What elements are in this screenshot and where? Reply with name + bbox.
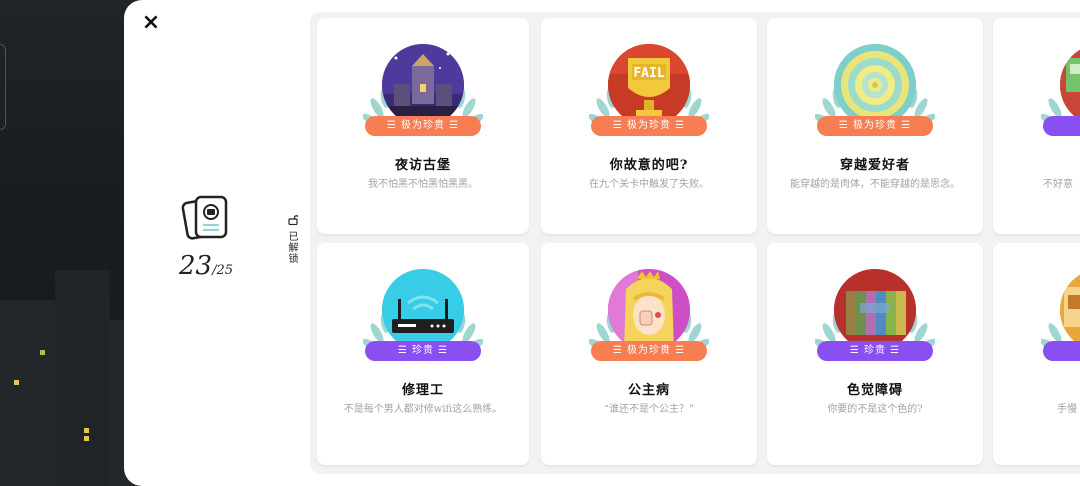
achievement-medal: FAIL ☰ 极为珍贵 ☰ (589, 44, 709, 138)
achievement-medal: ☰ 极为珍贵 ☰ (589, 269, 709, 363)
achievement-medal: ☰ ☰ (1041, 269, 1080, 363)
achievement-description: 你要的不是这个色的? (827, 404, 923, 415)
unlocked-filter[interactable]: 已解锁 (286, 214, 300, 264)
achievement-grid: ☰ 极为珍贵 ☰ 夜访古堡 我不怕黑不怕黑怕黑黑。 FAIL ☰ 极为珍贵 ☰ … (310, 12, 1080, 474)
achievement-card[interactable]: ☰ 珍贵 ☰ 色觉障碍 你要的不是这个色的? (767, 243, 983, 465)
achievement-card[interactable]: ☰ 极为珍贵 ☰ 穿越爱好者 能穿越的是肉体，不能穿越的是思念。 (767, 18, 983, 234)
achievement-card[interactable]: ☰ 极为珍贵 ☰ 公主病 “谁还不是个公主？” (541, 243, 757, 465)
achievement-title: 夜访古堡 (394, 158, 451, 173)
achievement-summary: 23/25 (164, 195, 248, 281)
achievement-card[interactable]: ☰ 极为珍贵 ☰ 夜访古堡 我不怕黑不怕黑怕黑黑。 (317, 18, 529, 234)
achievement-description: 不是每个男人都对修wifi这么熟练。 (343, 404, 503, 415)
achievement-medal: ☰ ☰ (1041, 44, 1080, 138)
portal-icon (834, 44, 916, 126)
achievement-title: 色觉障碍 (846, 383, 903, 398)
achievement-title: 你故意的吧? (609, 158, 689, 173)
achievements-modal: × 23/25 已解锁 ☰ 极为珍贵 ☰ 夜访古堡 我不怕黑不怕黑怕黑黑。 FA… (124, 0, 1080, 486)
rarity-ribbon: ☰ 极为珍贵 ☰ (591, 116, 707, 136)
achievement-title: 公主病 (627, 383, 670, 398)
achievement-card[interactable]: ☰ 珍贵 ☰ 修理工 不是每个男人都对修wifi这么熟练。 (317, 243, 529, 465)
rarity-ribbon: ☰ 极为珍贵 ☰ (817, 116, 933, 136)
achievement-medal: ☰ 珍贵 ☰ (363, 269, 483, 363)
color-blocks-icon (834, 269, 916, 351)
achievement-description: 能穿越的是肉体，不能穿越的是思念。 (790, 179, 960, 190)
fail-trophy-icon: FAIL (608, 44, 690, 126)
rarity-ribbon: ☰ 珍贵 ☰ (365, 341, 481, 361)
achievement-title: 穿越爱好者 (839, 158, 910, 173)
rarity-label: 极为珍贵 (401, 120, 445, 131)
rarity-ribbon: ☰ 极为珍贵 ☰ (365, 116, 481, 136)
rarity-ribbon: ☰ ☰ (1043, 341, 1080, 361)
achievement-medal: ☰ 极为珍贵 ☰ (815, 44, 935, 138)
achievement-description: 手慢 (1057, 404, 1077, 415)
achievement-title: 修理工 (401, 383, 444, 398)
rarity-ribbon: ☰ ☰ (1043, 116, 1080, 136)
certificate-icon (181, 195, 228, 240)
achievement-card[interactable]: ☰ ☰ 不好意 (993, 18, 1080, 234)
castle-night-icon (382, 44, 464, 126)
rarity-ribbon: ☰ 极为珍贵 ☰ (591, 341, 707, 361)
rarity-label: 极为珍贵 (627, 120, 671, 131)
achievement-card[interactable]: ☰ ☰ 手慢 (993, 243, 1080, 465)
router-icon (382, 269, 464, 351)
rarity-label: 珍贵 (864, 345, 886, 356)
achievement-medal: ☰ 珍贵 ☰ (815, 269, 935, 363)
rarity-label: 珍贵 (412, 345, 434, 356)
achievement-card[interactable]: FAIL ☰ 极为珍贵 ☰ 你故意的吧? 在九个关卡中触发了失败。 (541, 18, 757, 234)
background-side-button (0, 44, 6, 130)
unlock-count: 23/25 (164, 251, 248, 281)
unlock-icon (288, 215, 300, 226)
game-background (0, 0, 140, 486)
achievement-medal: ☰ 极为珍贵 ☰ (363, 44, 483, 138)
unlocked-label: 已解锁 (286, 231, 297, 264)
princess-icon (608, 269, 690, 351)
rarity-label: 极为珍贵 (853, 120, 897, 131)
svg-text:FAIL: FAIL (633, 66, 664, 81)
unlocked-number: 23 (178, 251, 213, 281)
achievement-description: 我不怕黑不怕黑怕黑黑。 (368, 179, 478, 190)
rarity-ribbon: ☰ 珍贵 ☰ (817, 341, 933, 361)
achievement-description: 不好意 (1043, 179, 1073, 190)
achievement-description: “谁还不是个公主？” (603, 404, 695, 415)
achievement-description: 在九个关卡中触发了失败。 (589, 179, 709, 190)
rarity-label: 极为珍贵 (627, 345, 671, 356)
total-number: /25 (212, 263, 233, 278)
close-button[interactable]: × (140, 12, 162, 34)
